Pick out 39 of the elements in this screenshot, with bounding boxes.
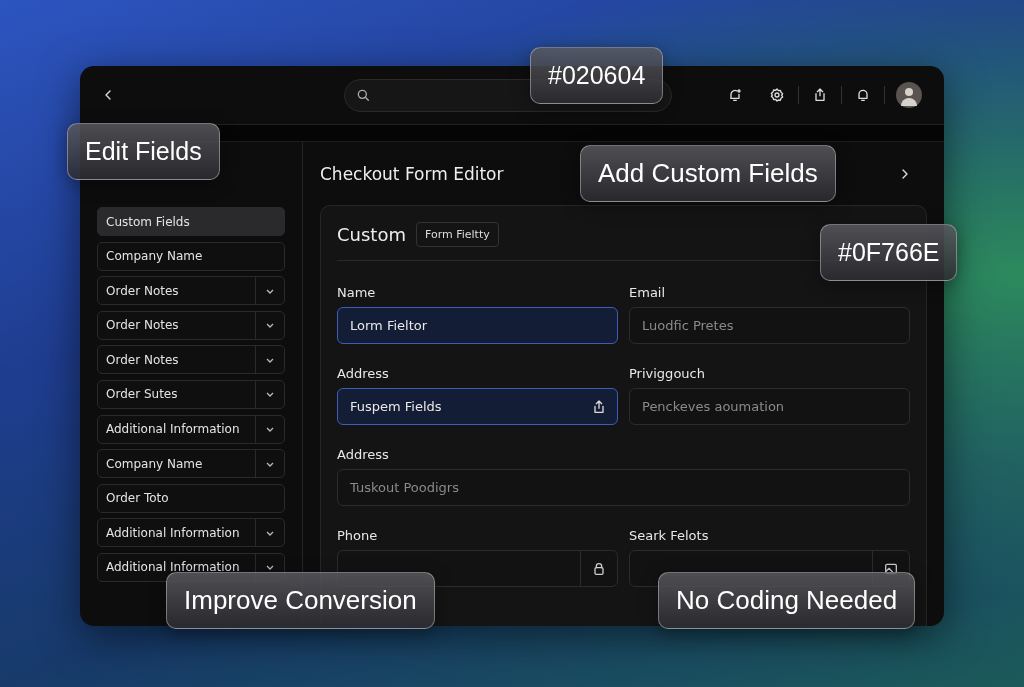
field-label: Phone xyxy=(337,528,379,543)
sidebar-item[interactable]: Additional Information xyxy=(97,414,285,444)
search-icon xyxy=(355,87,371,103)
tag: Form Fieltty xyxy=(415,222,499,247)
sidebar-item[interactable]: Order Notes xyxy=(97,345,285,375)
settings-icon[interactable] xyxy=(769,87,785,103)
share-icon[interactable] xyxy=(812,87,828,103)
page-title: Checkout Form Editor xyxy=(320,163,504,184)
field-label: Priviggouch xyxy=(629,366,706,381)
card-title: Custom xyxy=(337,224,406,245)
sidebar-item[interactable]: Company Name xyxy=(97,449,285,479)
bell-icon[interactable] xyxy=(855,87,871,103)
avatar-icon[interactable] xyxy=(896,82,922,108)
bell-icon[interactable] xyxy=(727,87,743,103)
field-label: Email xyxy=(629,285,667,300)
input-field[interactable]: Luodfic Pretes xyxy=(629,307,910,344)
sidebar-item[interactable]: Order Notes xyxy=(97,310,285,340)
callout-label: No Coding Needed xyxy=(658,572,916,629)
sidebar-item[interactable]: Additional Information xyxy=(97,518,285,548)
sidebar-item[interactable]: Custom Fields xyxy=(97,207,285,236)
callout-label: #020604 xyxy=(530,47,664,104)
callout-label: Add Custom Fields xyxy=(580,145,836,202)
callout-label: Improve Conversion xyxy=(166,572,435,629)
callout-label: Edit Fields xyxy=(67,123,220,180)
field-label: Address xyxy=(337,366,390,381)
field-label: Address xyxy=(337,447,390,462)
field-label: Seark Felots xyxy=(629,528,710,543)
sidebar-item[interactable]: Company Name xyxy=(97,241,285,271)
field-label: Name xyxy=(337,285,377,300)
input-field[interactable]: Lorm Fieltor xyxy=(337,307,618,344)
lock-icon[interactable] xyxy=(591,560,607,577)
sidebar-item[interactable]: Order Sutes xyxy=(97,379,285,409)
share-icon[interactable] xyxy=(591,398,607,415)
sidebar-item[interactable]: Order Toto xyxy=(97,483,285,513)
sidebar-item[interactable]: Order Notes xyxy=(97,276,285,306)
input-field[interactable]: Tuskout Poodigrs xyxy=(337,469,910,506)
input-field[interactable]: Fuspem Fields xyxy=(337,388,618,425)
callout-label: #0F766E xyxy=(820,224,958,281)
input-field[interactable]: Penckeves aoumation xyxy=(629,388,910,425)
